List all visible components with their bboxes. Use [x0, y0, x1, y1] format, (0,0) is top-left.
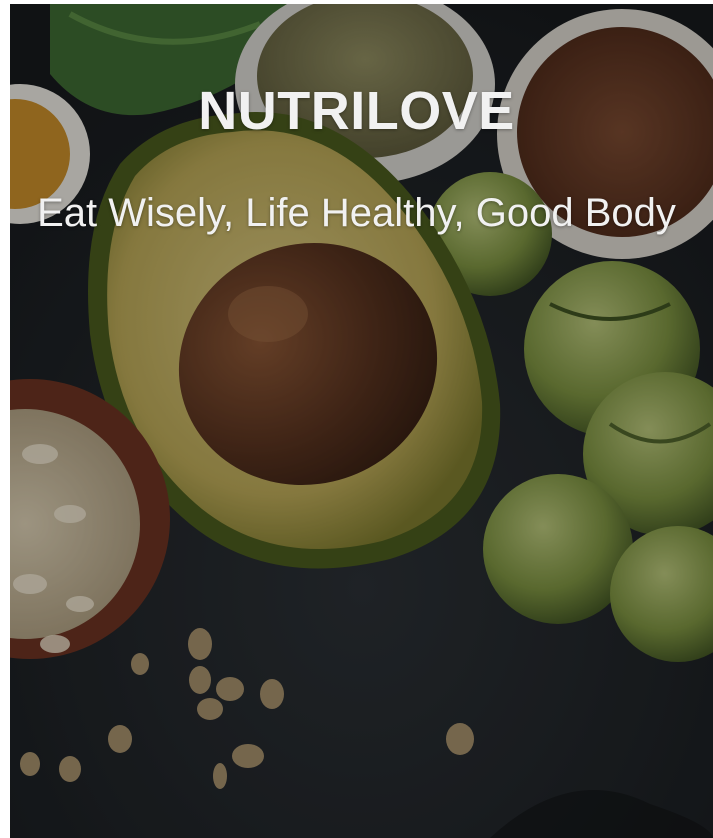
hero-text-block: NUTRILOVE Eat Wisely, Life Healthy, Good… — [0, 0, 713, 260]
brand-title: NUTRILOVE — [198, 81, 515, 141]
hero-tagline: Eat Wisely, Life Healthy, Good Body — [37, 191, 676, 235]
